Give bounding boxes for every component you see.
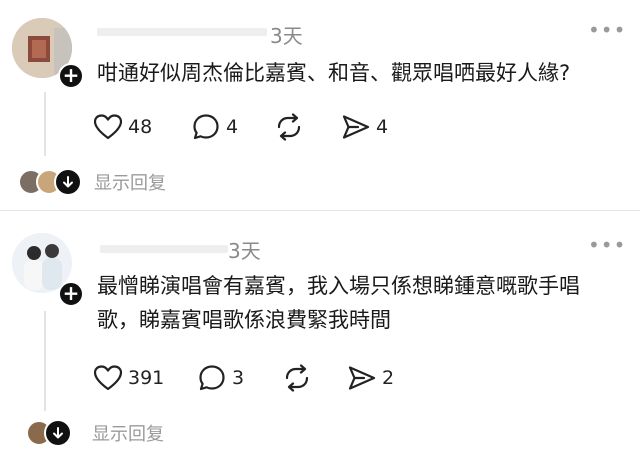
thread-line [44,311,46,411]
reply-button[interactable]: 4 [192,110,238,144]
comment-actions: 391 3 2 [94,361,414,395]
follow-plus-icon[interactable]: + [58,281,84,307]
share-count: 2 [382,367,395,389]
show-replies-row[interactable]: 显示回复 [18,168,166,196]
like-button[interactable]: 391 [94,361,164,395]
repost-icon [285,364,309,392]
follow-plus-icon[interactable]: + [58,63,84,89]
like-count: 391 [128,367,165,389]
show-replies-label: 显示回复 [92,424,164,445]
share-button[interactable]: 2 [348,361,394,395]
repost-icon [277,113,301,141]
comment-bubble-icon [193,114,219,140]
more-options-icon[interactable]: ••• [588,20,626,40]
comment-card: + 3天 ••• 最憎睇演唱會有嘉賓，我入場只係想睇鍾意嘅歌手唱 歌，睇嘉賓唱歌… [0,211,640,467]
comment-bubble-icon [199,365,225,391]
username-redacted [97,28,267,36]
reply-count: 4 [226,116,239,138]
show-replies-row[interactable]: 显示回复 [26,419,164,447]
comment-text: 咁通好似周杰倫比嘉賓、和音、觀眾唱哂最好人緣? [97,61,571,85]
chevron-down-icon [54,168,82,196]
send-icon [342,115,370,139]
heart-icon [94,365,122,391]
reply-button[interactable]: 3 [198,361,244,395]
repost-button[interactable] [282,361,312,395]
reply-count: 3 [232,367,245,389]
like-button[interactable]: 48 [94,110,152,144]
send-icon [348,366,376,390]
chevron-down-icon [44,419,72,447]
show-replies-label: 显示回复 [94,173,166,194]
comment-timestamp: 3天 [270,24,303,48]
comment-text: 最憎睇演唱會有嘉賓，我入場只係想睇鍾意嘅歌手唱 歌，睇嘉賓唱歌係浪費緊我時間 [97,269,627,337]
heart-icon [94,114,122,140]
more-options-icon[interactable]: ••• [588,235,626,255]
comment-text-line: 最憎睇演唱會有嘉賓，我入場只係想睇鍾意嘅歌手唱 [97,274,580,298]
like-count: 48 [128,116,153,138]
thread-line [44,92,46,156]
repost-button[interactable] [274,110,304,144]
comment-actions: 48 4 4 [94,110,414,144]
share-count: 4 [376,116,389,138]
comment-timestamp: 3天 [228,239,261,263]
comment-card: + 3天 ••• 咁通好似周杰倫比嘉賓、和音、觀眾唱哂最好人緣? 48 4 4 … [0,0,640,210]
username-redacted [100,245,228,253]
comment-text-line: 歌，睇嘉賓唱歌係浪費緊我時間 [97,308,391,332]
share-button[interactable]: 4 [342,110,388,144]
